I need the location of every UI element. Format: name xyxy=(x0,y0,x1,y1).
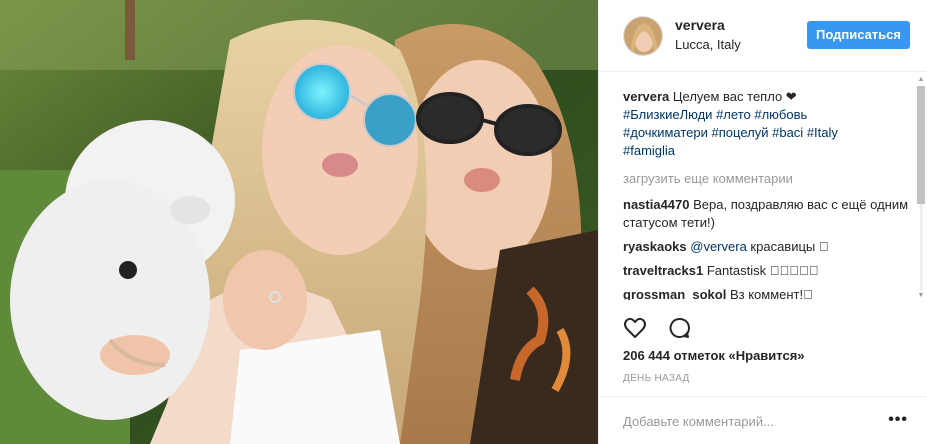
comment-icon[interactable] xyxy=(667,316,691,345)
scrollbar-thumb[interactable] xyxy=(917,86,925,204)
hashtag[interactable]: #БлизкиеЛюди xyxy=(623,107,712,122)
avatar[interactable] xyxy=(623,16,663,56)
add-comment-input[interactable] xyxy=(623,411,863,431)
post-date[interactable]: ДЕНЬ НАЗАД xyxy=(623,373,690,384)
add-comment-bar: ••• xyxy=(599,396,927,444)
post-actions xyxy=(623,316,707,340)
comment-text: Fantastisk 􀀀􀀀􀀀􀀀􀀀 xyxy=(706,263,819,278)
post-username[interactable]: ververa xyxy=(675,17,725,33)
hashtag[interactable]: #дочкиматери xyxy=(623,125,708,140)
comment-item: nastia4470 Вера, поздравляю вас с ещё од… xyxy=(623,196,913,232)
comment-username[interactable]: traveltracks1 xyxy=(623,263,703,278)
post-viewer: ververa Lucca, Italy Подписаться ververa… xyxy=(0,0,927,444)
comment-text: красавицы 􀀀 xyxy=(750,239,829,254)
comment-text: Вз коммент!􀀀 xyxy=(729,287,813,300)
heart-icon[interactable] xyxy=(623,316,647,345)
likes-count[interactable]: 206 444 отметок «Нравится» xyxy=(623,348,805,363)
scroll-down-icon[interactable]: ▼ xyxy=(917,292,925,300)
comments-scrollbar[interactable]: ▲ ▼ xyxy=(917,76,925,300)
comment-item: ryaskaoks @ververa красавицы 􀀀 xyxy=(623,238,913,256)
more-options-icon[interactable]: ••• xyxy=(888,411,908,429)
caption: ververa Целуем вас тепло ❤ #БлизкиеЛюди … xyxy=(623,88,913,160)
hashtag[interactable]: #лето xyxy=(716,107,751,122)
comment-username[interactable]: nastia4470 xyxy=(623,197,690,212)
comment-item: grossman_sokol Вз коммент!􀀀 xyxy=(623,286,913,300)
caption-username[interactable]: ververa xyxy=(623,89,669,104)
caption-text: Целуем вас тепло ❤ xyxy=(672,89,797,104)
comment-mention[interactable]: @ververa xyxy=(690,239,747,254)
comment-item: traveltracks1 Fantastisk 􀀀􀀀􀀀􀀀􀀀 xyxy=(623,262,913,280)
hashtag[interactable]: #baci xyxy=(772,125,803,140)
follow-button[interactable]: Подписаться xyxy=(807,21,910,49)
post-header: ververa Lucca, Italy Подписаться xyxy=(599,0,927,72)
hashtag[interactable]: #famiglia xyxy=(623,143,675,158)
post-photo[interactable] xyxy=(0,0,598,444)
comment-username[interactable]: grossman_sokol xyxy=(623,287,726,300)
post-location[interactable]: Lucca, Italy xyxy=(675,37,741,52)
comment-list: ververa Целуем вас тепло ❤ #БлизкиеЛюди … xyxy=(623,88,913,300)
comment-username[interactable]: ryaskaoks xyxy=(623,239,687,254)
hashtag[interactable]: #любовь xyxy=(754,107,807,122)
hashtag[interactable]: #Italy xyxy=(807,125,838,140)
load-more-comments[interactable]: загрузить еще комментарии xyxy=(623,170,913,188)
hashtag[interactable]: #поцелуй xyxy=(712,125,769,140)
post-sidebar: ververa Lucca, Italy Подписаться ververa… xyxy=(598,0,927,444)
scroll-up-icon[interactable]: ▲ xyxy=(917,76,925,84)
